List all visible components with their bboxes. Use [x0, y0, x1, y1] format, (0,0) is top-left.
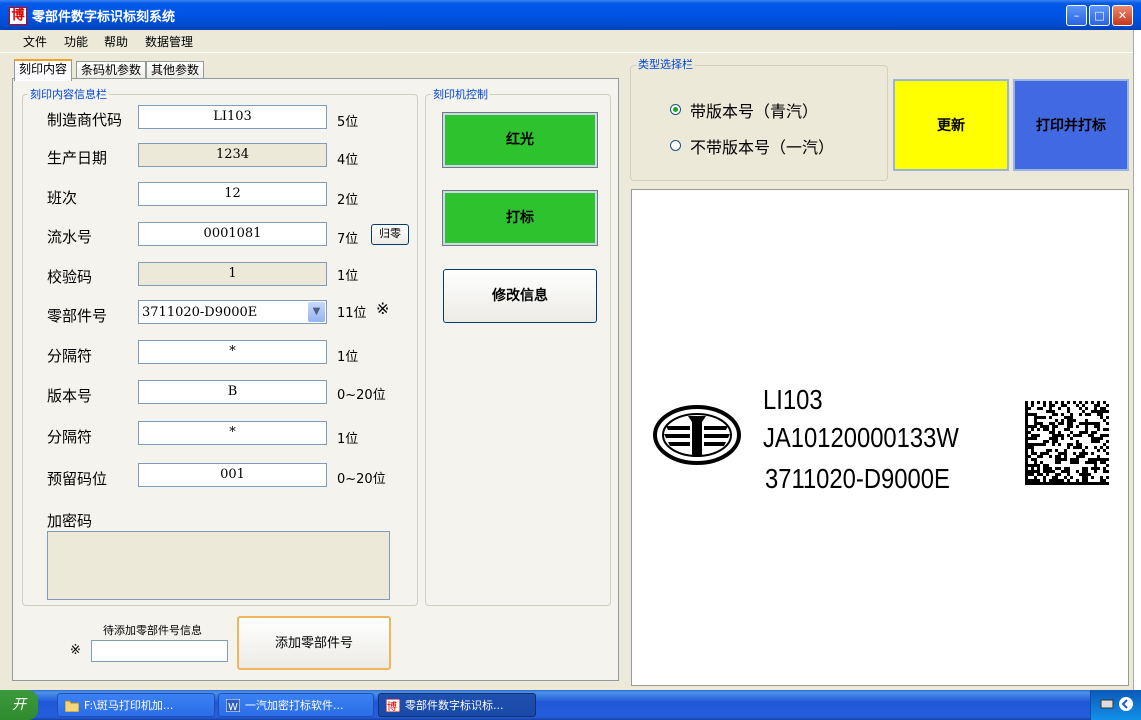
task-app-label: 零部件数字标识标... — [405, 699, 504, 712]
app-task-icon: 博 — [386, 699, 400, 712]
red-light-button[interactable]: 红光 — [442, 112, 598, 168]
task-folder[interactable]: F:\斑马打印机加... — [57, 693, 215, 717]
tab-other-params[interactable]: 其他参数 — [146, 61, 205, 79]
window-edge — [1133, 30, 1141, 690]
content-group-title: 刻印内容信息栏 — [28, 86, 109, 102]
unit-reserved: 0~20位 — [337, 472, 386, 487]
unit-part-number: 11位 — [337, 306, 367, 321]
label-production-date: 生产日期 — [47, 149, 108, 167]
unit-separator-2: 1位 — [337, 432, 359, 447]
maker-code-field[interactable]: LI103 — [138, 105, 327, 129]
separator-1-field[interactable]: * — [138, 340, 327, 364]
app-icon: 博 — [9, 7, 27, 25]
version-field[interactable]: B — [138, 380, 327, 404]
label-check-code: 校验码 — [47, 268, 93, 286]
production-date-field[interactable]: 1234 — [138, 143, 327, 167]
label-version: 版本号 — [47, 387, 93, 405]
task-folder-label: F:\斑马打印机加... — [84, 699, 174, 712]
mark-button[interactable]: 打标 — [442, 190, 598, 246]
type-group-title: 类型选择栏 — [636, 56, 695, 72]
svg-text:博: 博 — [387, 700, 397, 712]
print-and-mark-button[interactable]: 打印并打标 — [1013, 79, 1129, 171]
menu-file[interactable]: 文件 — [23, 33, 47, 50]
reserved-field[interactable]: 001 — [138, 463, 327, 487]
task-word-label: 一汽加密打标软件... — [245, 699, 344, 712]
reset-button[interactable]: 归零 — [371, 224, 409, 245]
update-button[interactable]: 更新 — [893, 79, 1009, 171]
shift-field[interactable]: 12 — [138, 182, 327, 206]
menu-help[interactable]: 帮助 — [104, 33, 128, 50]
label-encrypt-code: 加密码 — [47, 512, 93, 530]
label-separator-1: 分隔符 — [47, 347, 93, 365]
option-with-version[interactable]: 带版本号（青汽） — [690, 98, 818, 122]
unit-shift: 2位 — [337, 193, 359, 208]
serial-no-field[interactable]: 0001081 — [138, 222, 327, 246]
unit-separator-1: 1位 — [337, 350, 359, 365]
unit-serial-no: 7位 — [337, 232, 359, 247]
chevron-left-icon[interactable] — [1118, 696, 1134, 712]
datamatrix-code — [1025, 401, 1109, 485]
separator-2-field[interactable]: * — [138, 421, 327, 445]
close-button[interactable]: ✕ — [1112, 5, 1133, 26]
unit-version: 0~20位 — [337, 388, 386, 403]
label-serial-no: 流水号 — [47, 228, 93, 246]
required-mark: ※ — [376, 299, 390, 318]
task-word[interactable]: W 一汽加密打标软件... — [218, 693, 374, 717]
tab-barcode-params[interactable]: 条码机参数 — [76, 61, 147, 79]
radio-without-version[interactable] — [670, 140, 681, 151]
preview-line-1: LI103 — [763, 384, 823, 415]
preview-line-3: 3711020-D9000E — [765, 463, 950, 494]
preview-line-2: JA10120000133W — [763, 422, 959, 453]
option-without-version[interactable]: 不带版本号（一汽） — [690, 134, 834, 158]
keyboard-icon[interactable] — [1100, 697, 1114, 711]
part-number-select[interactable]: 3711020-D9000E ▼ — [138, 300, 327, 324]
faw-logo-icon — [653, 405, 741, 465]
radio-with-version[interactable] — [670, 104, 681, 115]
minimize-button[interactable]: – — [1066, 5, 1087, 26]
unit-production-date: 4位 — [337, 153, 359, 168]
word-icon: W — [226, 699, 240, 712]
folder-icon — [65, 700, 79, 712]
menu-function[interactable]: 功能 — [64, 33, 88, 50]
chevron-down-icon[interactable]: ▼ — [308, 302, 325, 322]
printer-group — [425, 94, 611, 606]
label-separator-2: 分隔符 — [47, 428, 93, 446]
add-part-input[interactable] — [91, 640, 228, 662]
edit-info-button[interactable]: 修改信息 — [443, 269, 597, 323]
radio-selected-dot — [673, 107, 678, 112]
label-maker-code: 制造商代码 — [47, 111, 123, 129]
maximize-button[interactable]: □ — [1089, 5, 1110, 26]
encrypt-code-field[interactable] — [47, 531, 390, 600]
label-part-number: 零部件号 — [47, 307, 108, 325]
check-code-field[interactable]: 1 — [138, 262, 327, 286]
label-reserved: 预留码位 — [47, 470, 108, 488]
add-part-button[interactable]: 添加零部件号 — [237, 616, 391, 670]
svg-text:W: W — [228, 702, 238, 712]
unit-check-code: 1位 — [337, 269, 359, 284]
add-part-label: 待添加零部件号信息 — [103, 624, 202, 637]
unit-maker-code: 5位 — [337, 115, 359, 130]
part-number-value: 3711020-D9000E — [142, 305, 258, 320]
start-button[interactable]: 开 — [0, 690, 38, 720]
printer-group-title: 刻印机控制 — [431, 86, 490, 102]
menu-data-management[interactable]: 数据管理 — [145, 33, 193, 50]
type-group — [630, 65, 888, 181]
window-title: 零部件数字标识标刻系统 — [32, 10, 176, 25]
label-shift: 班次 — [47, 189, 78, 207]
add-part-mark: ※ — [70, 643, 81, 658]
task-app[interactable]: 博 零部件数字标识标... — [378, 693, 536, 717]
tab-engrave-content[interactable]: 刻印内容 — [14, 59, 73, 81]
